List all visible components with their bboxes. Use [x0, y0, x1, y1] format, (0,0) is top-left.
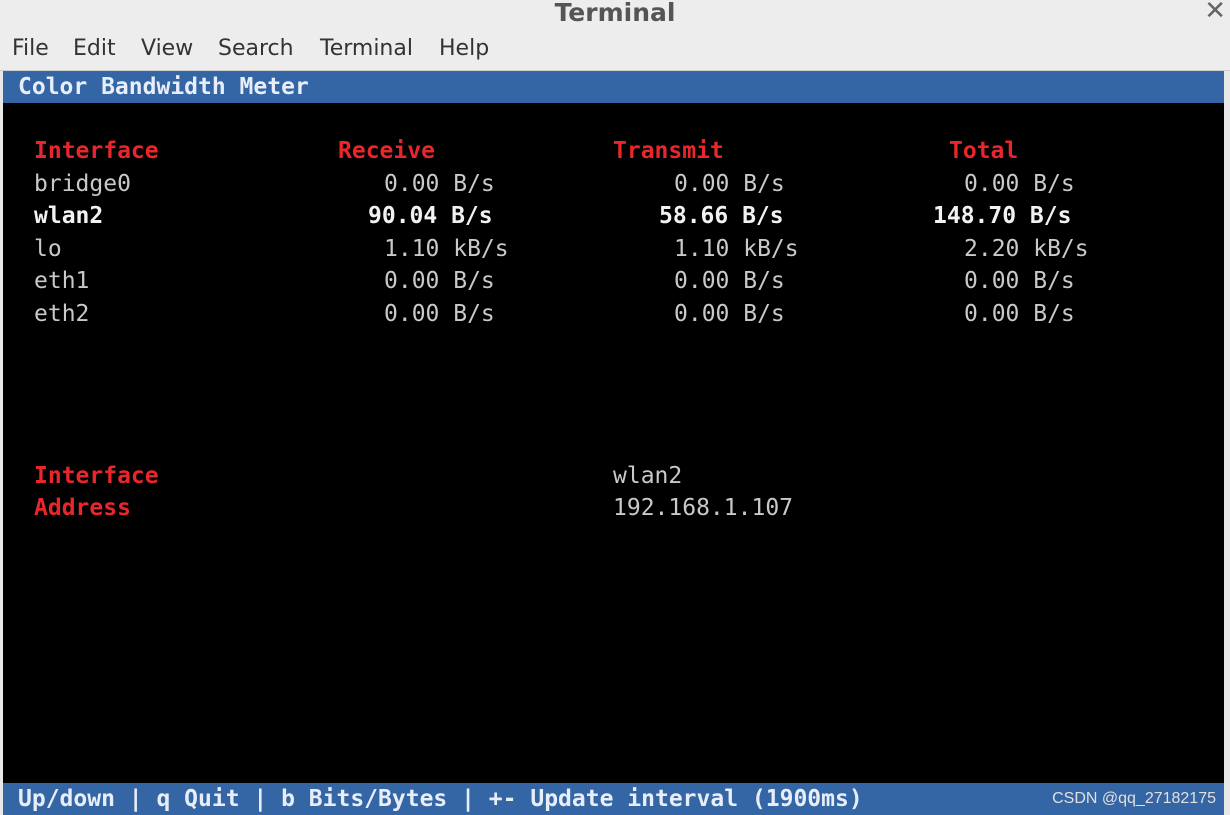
row-lo-receive: 1.10 kB/s	[384, 236, 509, 262]
row-wlan2-interface: wlan2	[34, 203, 104, 229]
detail-address-label: Address	[34, 495, 131, 521]
menu-bar: File Edit View Search Terminal Help	[0, 28, 1230, 71]
app-footer-bar: Up/down | q Quit | b Bits/Bytes | +- Upd…	[3, 783, 1224, 815]
row-eth1-interface: eth1	[34, 268, 90, 294]
row-bridge0-transmit: 0.00 B/s	[674, 171, 785, 197]
app-title: Color Bandwidth Meter	[18, 74, 309, 100]
detail-interface-label: Interface	[34, 463, 159, 489]
menu-terminal[interactable]: Terminal	[320, 36, 413, 62]
menu-file[interactable]: File	[12, 36, 49, 62]
row-lo-total: 2.20 kB/s	[964, 236, 1089, 262]
col-header-interface: Interface	[34, 138, 159, 164]
detail-address-value: 192.168.1.107	[613, 495, 794, 521]
row-bridge0-receive: 0.00 B/s	[384, 171, 495, 197]
row-eth1-total: 0.00 B/s	[964, 268, 1075, 294]
close-icon[interactable]: ✕	[1204, 0, 1226, 26]
row-wlan2-transmit: 58.66 B/s	[659, 203, 784, 229]
col-header-transmit: Transmit	[613, 138, 724, 164]
row-lo-interface: lo	[34, 236, 62, 262]
row-eth2-interface: eth2	[34, 301, 90, 327]
row-lo-transmit: 1.10 kB/s	[674, 236, 799, 262]
row-wlan2-receive: 90.04 B/s	[368, 203, 493, 229]
terminal-area[interactable]: Color Bandwidth Meter Interface Receive …	[3, 71, 1224, 815]
row-eth2-receive: 0.00 B/s	[384, 301, 495, 327]
app-header-bar: Color Bandwidth Meter	[3, 71, 1224, 103]
menu-edit[interactable]: Edit	[73, 36, 116, 62]
row-eth2-total: 0.00 B/s	[964, 301, 1075, 327]
row-eth1-transmit: 0.00 B/s	[674, 268, 785, 294]
keybinding-help: Up/down | q Quit | b Bits/Bytes | +- Upd…	[18, 786, 863, 812]
window-titlebar: Terminal ✕	[0, 0, 1230, 28]
col-header-receive: Receive	[338, 138, 435, 164]
detail-interface-value: wlan2	[613, 463, 683, 489]
row-wlan2-total: 148.70 B/s	[933, 203, 1072, 229]
menu-search[interactable]: Search	[218, 36, 294, 62]
menu-help[interactable]: Help	[439, 36, 489, 62]
row-bridge0-total: 0.00 B/s	[964, 171, 1075, 197]
row-eth2-transmit: 0.00 B/s	[674, 301, 785, 327]
col-header-total: Total	[949, 138, 1019, 164]
row-eth1-receive: 0.00 B/s	[384, 268, 495, 294]
watermark: CSDN @qq_27182175	[1052, 790, 1216, 807]
menu-view[interactable]: View	[141, 36, 193, 62]
row-bridge0-interface: bridge0	[34, 171, 131, 197]
window-title: Terminal	[554, 0, 676, 27]
